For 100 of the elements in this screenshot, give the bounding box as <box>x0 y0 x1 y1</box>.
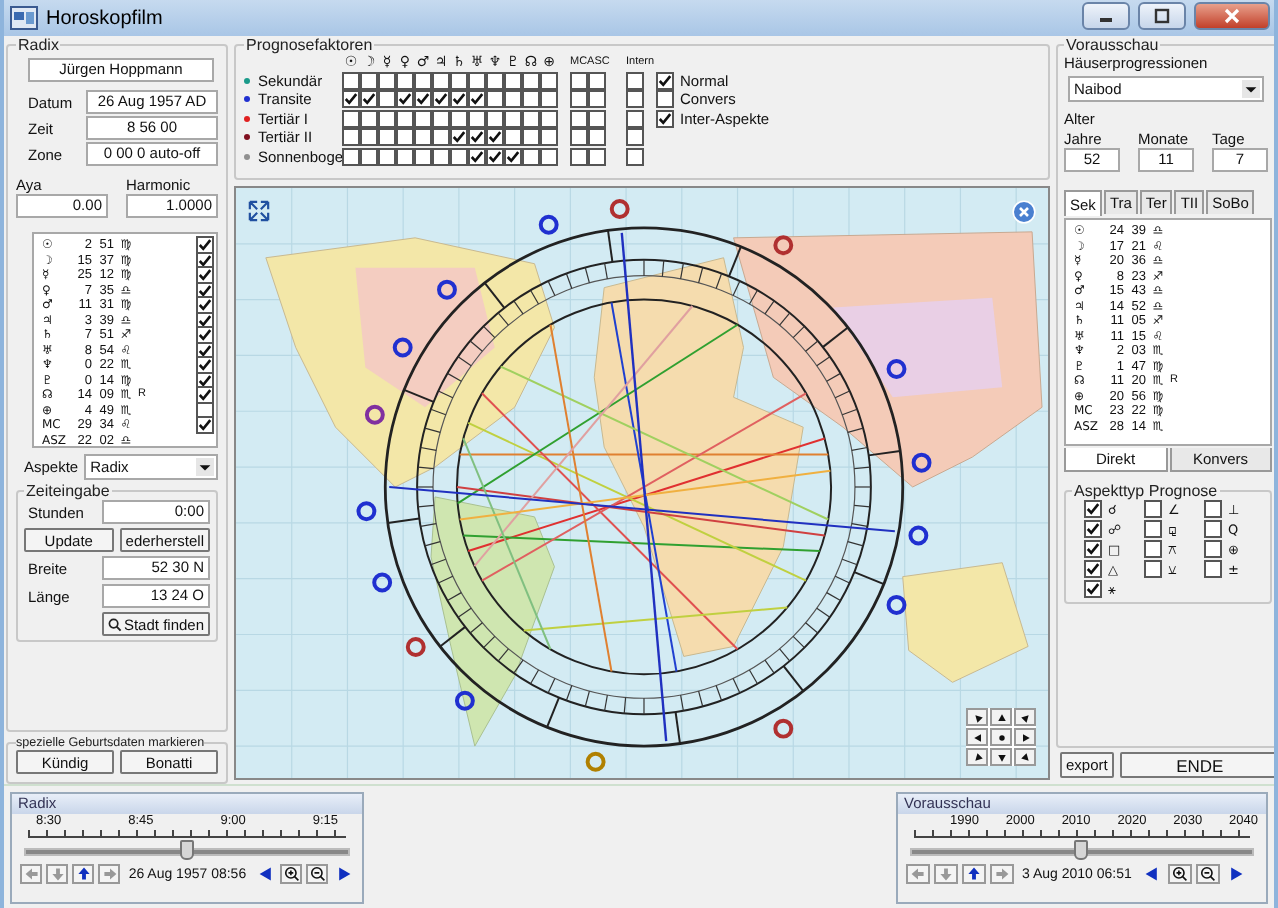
checkbox[interactable] <box>396 147 414 166</box>
zoom-in-button[interactable] <box>1167 864 1192 884</box>
checkbox[interactable] <box>486 147 504 166</box>
checkbox[interactable] <box>504 147 522 166</box>
checkbox[interactable] <box>588 71 606 90</box>
checkbox[interactable] <box>1084 540 1102 558</box>
checkbox[interactable] <box>626 109 644 128</box>
slider-thumb[interactable] <box>179 840 193 860</box>
checkbox[interactable] <box>342 147 360 166</box>
checkbox[interactable] <box>414 71 432 90</box>
checkbox[interactable] <box>522 147 540 166</box>
checkbox[interactable] <box>450 90 468 109</box>
checkbox[interactable] <box>522 71 540 90</box>
checkbox[interactable] <box>378 147 396 166</box>
checkbox[interactable] <box>486 90 504 109</box>
checkbox[interactable] <box>450 109 468 128</box>
checkbox[interactable] <box>414 109 432 128</box>
checkbox[interactable] <box>360 109 378 128</box>
checkbox[interactable] <box>1204 520 1222 538</box>
checkbox[interactable] <box>486 71 504 90</box>
action-button[interactable]: ENDE <box>1119 752 1274 778</box>
pan-button[interactable] <box>1014 728 1036 746</box>
checkbox[interactable] <box>522 128 540 147</box>
pan-button[interactable] <box>990 708 1012 726</box>
slider-thumb[interactable] <box>1074 840 1088 860</box>
checkbox[interactable] <box>626 71 644 90</box>
zoom-out-button[interactable] <box>1195 864 1220 884</box>
checkbox[interactable] <box>588 128 606 147</box>
checkbox[interactable] <box>1144 540 1162 558</box>
checkbox[interactable] <box>570 147 588 166</box>
pan-button[interactable] <box>990 748 1012 766</box>
checkbox[interactable] <box>1144 560 1162 578</box>
checkbox[interactable] <box>342 71 360 90</box>
checkbox[interactable] <box>360 90 378 109</box>
checkbox[interactable] <box>1084 500 1102 518</box>
checkbox[interactable] <box>1204 560 1222 578</box>
checkbox[interactable] <box>570 109 588 128</box>
checkbox[interactable] <box>588 147 606 166</box>
checkbox[interactable] <box>504 71 522 90</box>
expand-icon[interactable] <box>248 200 270 222</box>
checkbox[interactable] <box>656 90 674 109</box>
zoom-in-button[interactable] <box>279 864 303 884</box>
checkbox[interactable] <box>360 147 378 166</box>
checkbox[interactable] <box>396 90 414 109</box>
checkbox[interactable] <box>468 71 486 90</box>
pan-button[interactable] <box>1014 748 1036 766</box>
checkbox[interactable] <box>432 147 450 166</box>
checkbox[interactable] <box>396 109 414 128</box>
maximize-button[interactable] <box>1138 1 1186 29</box>
checkbox[interactable] <box>522 109 540 128</box>
checkbox[interactable] <box>378 128 396 147</box>
checkbox[interactable] <box>396 128 414 147</box>
checkbox[interactable] <box>360 128 378 147</box>
checkbox[interactable] <box>414 147 432 166</box>
pan-button[interactable] <box>966 748 988 766</box>
checkbox[interactable] <box>540 128 558 147</box>
checkbox[interactable] <box>360 71 378 90</box>
checkbox[interactable] <box>486 128 504 147</box>
checkbox[interactable] <box>570 128 588 147</box>
checkbox[interactable] <box>1084 560 1102 578</box>
checkbox[interactable] <box>588 90 606 109</box>
checkbox[interactable] <box>1204 500 1222 518</box>
checkbox[interactable] <box>1144 520 1162 538</box>
close-icon[interactable] <box>1012 200 1036 224</box>
checkbox[interactable] <box>540 71 558 90</box>
checkbox[interactable] <box>540 90 558 109</box>
pan-button[interactable] <box>966 728 988 746</box>
checkbox[interactable] <box>1084 520 1102 538</box>
back-button[interactable] <box>254 864 276 884</box>
checkbox[interactable] <box>342 109 360 128</box>
checkbox[interactable] <box>570 71 588 90</box>
checkbox[interactable] <box>450 71 468 90</box>
checkbox[interactable] <box>342 128 360 147</box>
checkbox[interactable] <box>1144 500 1162 518</box>
checkbox[interactable] <box>396 71 414 90</box>
checkbox[interactable] <box>504 128 522 147</box>
checkbox[interactable] <box>504 109 522 128</box>
checkbox[interactable] <box>432 128 450 147</box>
checkbox[interactable] <box>540 147 558 166</box>
pan-button[interactable] <box>1014 708 1036 726</box>
step-button[interactable] <box>962 864 986 884</box>
checkbox[interactable] <box>432 71 450 90</box>
checkbox[interactable] <box>504 90 522 109</box>
checkbox[interactable] <box>656 109 674 128</box>
checkbox[interactable] <box>196 416 214 435</box>
close-button[interactable] <box>1194 1 1270 29</box>
checkbox[interactable] <box>468 109 486 128</box>
step-button[interactable] <box>72 864 95 884</box>
zoom-out-button[interactable] <box>306 864 329 884</box>
checkbox[interactable] <box>656 71 674 90</box>
checkbox[interactable] <box>468 147 486 166</box>
checkbox[interactable] <box>450 147 468 166</box>
checkbox[interactable] <box>1204 540 1222 558</box>
checkbox[interactable] <box>450 128 468 147</box>
checkbox[interactable] <box>626 90 644 109</box>
checkbox[interactable] <box>540 109 558 128</box>
pan-button[interactable] <box>966 708 988 726</box>
checkbox[interactable] <box>378 71 396 90</box>
minimize-button[interactable] <box>1082 1 1130 29</box>
checkbox[interactable] <box>414 128 432 147</box>
